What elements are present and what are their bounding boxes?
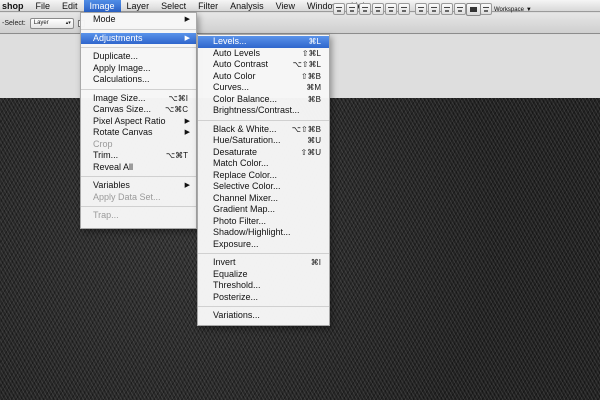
menu-item-shadow-highlight[interactable]: Shadow/Highlight... xyxy=(198,227,329,239)
menu-item-trap: Trap... xyxy=(93,210,119,220)
dropdown-arrows-icon: ▴▾ xyxy=(65,19,71,26)
submenu-arrow-icon: ▶ xyxy=(184,129,190,136)
menu-filter[interactable]: Filter xyxy=(192,0,224,12)
menu-item-exposure[interactable]: Exposure... xyxy=(198,239,329,251)
menu-view[interactable]: View xyxy=(270,0,301,12)
menu-item-mode[interactable]: Mode ▶ xyxy=(81,14,196,26)
menu-item-selective-color[interactable]: Selective Color... xyxy=(198,181,329,193)
menu-item-image-size[interactable]: Image Size... ⌥⌘I xyxy=(81,93,196,105)
distribute-top-icon[interactable] xyxy=(415,3,427,15)
menu-image[interactable]: Image xyxy=(83,0,121,12)
menu-item-apply-image[interactable]: Apply Image... xyxy=(81,63,196,75)
menu-item-apply-data-set: Apply Data Set... xyxy=(93,191,161,202)
menu-item-hue-saturation[interactable]: Hue/Saturation... ⌘U xyxy=(198,135,329,147)
align-left-icon[interactable] xyxy=(372,3,384,15)
workspace-button[interactable]: Workspace ▼ xyxy=(490,4,536,16)
menu-item-photo-filter[interactable]: Photo Filter... xyxy=(198,216,329,228)
menu-separator xyxy=(81,28,196,30)
menu-item-auto-levels[interactable]: Auto Levels ⇧⌘L xyxy=(198,48,329,60)
auto-select-dropdown-value: Layer xyxy=(33,19,49,26)
image-menu: Mode ▶ Adjustments ▶ Duplicate... Apply Im… xyxy=(80,12,197,229)
distribute-vcenter-icon[interactable] xyxy=(428,3,440,15)
menu-item-crop: Crop xyxy=(93,138,113,149)
menu-item-curves[interactable]: Curves... ⌘M xyxy=(198,82,329,94)
menu-file[interactable]: File xyxy=(30,0,57,12)
menu-separator xyxy=(81,88,196,90)
menu-item-black-white[interactable]: Black & White... ⌥⇧⌘B xyxy=(198,124,329,136)
align-top-icon[interactable] xyxy=(333,3,345,15)
menu-separator xyxy=(198,119,329,121)
distribute-left-icon[interactable] xyxy=(454,3,466,15)
adjustments-submenu: Levels... ⌘L Auto Levels ⇧⌘L Auto Contrast… xyxy=(197,34,330,326)
align-hcenter-icon[interactable] xyxy=(385,3,397,15)
menu-select[interactable]: Select xyxy=(155,0,192,12)
menu-item-levels[interactable]: Levels... ⌘L xyxy=(198,36,329,48)
workspace-label: Workspace xyxy=(494,7,524,13)
menu-separator xyxy=(81,47,196,48)
menu-item-posterize[interactable]: Posterize... xyxy=(198,292,329,304)
menu-item-trim[interactable]: Trim... ⌥⌘T xyxy=(81,150,196,162)
menu-layer[interactable]: Layer xyxy=(121,0,156,12)
submenu-arrow-icon: ▶ xyxy=(184,34,190,42)
auto-select-label: -Select: xyxy=(2,19,26,27)
workspace-switcher-icon[interactable] xyxy=(466,3,481,16)
menu-item-gradient-map[interactable]: Gradient Map... xyxy=(198,204,329,216)
submenu-arrow-icon: ▶ xyxy=(184,16,190,23)
menu-item-rotate-canvas[interactable]: Rotate Canvas ▶ xyxy=(81,127,196,139)
menu-edit[interactable]: Edit xyxy=(56,0,84,12)
menu-separator xyxy=(81,206,196,207)
menu-item-channel-mixer[interactable]: Channel Mixer... xyxy=(198,193,329,205)
menu-item-replace-color[interactable]: Replace Color... xyxy=(198,170,329,182)
menu-item-auto-contrast[interactable]: Auto Contrast ⌥⇧⌘L xyxy=(198,59,329,71)
app-menu[interactable]: shop xyxy=(0,0,30,12)
menu-item-variables[interactable]: Variables ▶ xyxy=(81,180,196,192)
distribute-bottom-icon[interactable] xyxy=(441,3,453,15)
menu-item-calculations[interactable]: Calculations... xyxy=(81,74,196,86)
chevron-down-icon: ▼ xyxy=(525,7,532,13)
menu-item-duplicate[interactable]: Duplicate... xyxy=(81,51,196,63)
menu-item-equalize[interactable]: Equalize xyxy=(198,269,329,281)
menu-item-color-balance[interactable]: Color Balance... ⌘B xyxy=(198,94,329,106)
menu-separator xyxy=(81,176,196,177)
submenu-arrow-icon: ▶ xyxy=(184,182,190,189)
submenu-arrow-icon: ▶ xyxy=(184,117,190,125)
menu-item-reveal-all[interactable]: Reveal All xyxy=(81,162,196,174)
menu-separator xyxy=(198,306,329,307)
align-bottom-icon[interactable] xyxy=(359,3,371,15)
menu-analysis[interactable]: Analysis xyxy=(224,0,270,12)
align-right-icon[interactable] xyxy=(398,3,410,15)
menu-item-canvas-size[interactable]: Canvas Size... ⌥⌘C xyxy=(81,104,196,116)
align-vcenter-icon[interactable] xyxy=(346,3,358,15)
menu-separator xyxy=(198,253,329,254)
menu-item-threshold[interactable]: Threshold... xyxy=(198,280,329,292)
menu-item-variations[interactable]: Variations... xyxy=(198,310,329,322)
menu-item-match-color[interactable]: Match Color... xyxy=(198,158,329,170)
menu-item-pixel-aspect-ratio[interactable]: Pixel Aspect Ratio ▶ xyxy=(81,116,196,128)
menu-item-adjustments[interactable]: Adjustments ▶ xyxy=(81,32,196,44)
menu-item-brightness-contrast[interactable]: Brightness/Contrast... xyxy=(198,105,329,117)
menu-item-auto-color[interactable]: Auto Color ⇧⌘B xyxy=(198,71,329,83)
menu-item-desaturate[interactable]: Desaturate ⇧⌘U xyxy=(198,147,329,159)
auto-select-dropdown[interactable]: Layer ▴▾ xyxy=(29,17,74,29)
menu-item-invert[interactable]: Invert ⌘I xyxy=(198,257,329,269)
